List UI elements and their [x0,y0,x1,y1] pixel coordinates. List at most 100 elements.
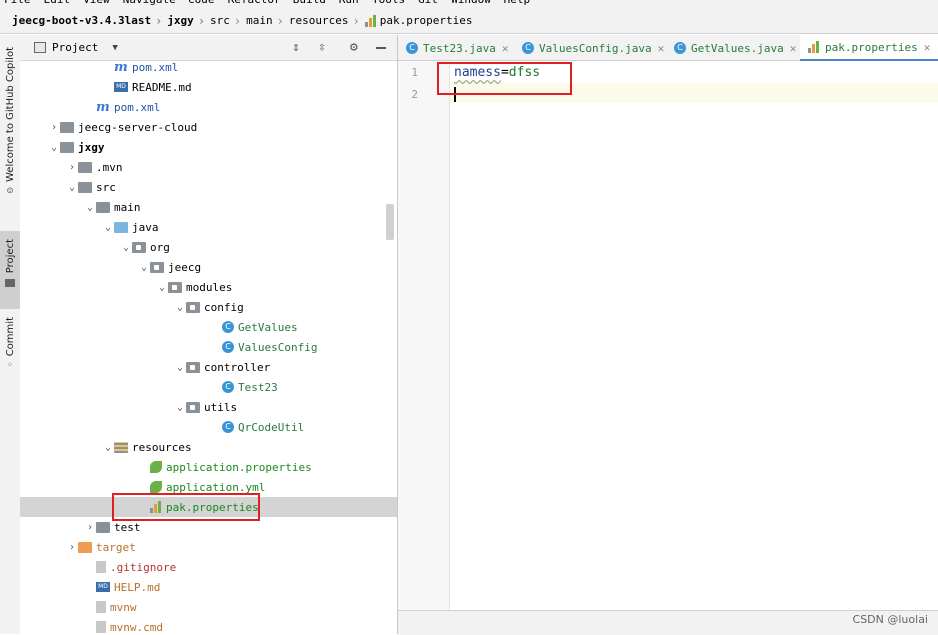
editor-tab[interactable]: pak.properties ✕ [800,35,938,61]
tree-item[interactable]: ⌄ jeecg [20,257,397,277]
tree-item[interactable]: › target [20,537,397,557]
tree-item[interactable]: mvnw.cmd [20,617,397,634]
properties-icon [808,41,820,53]
tree-item[interactable]: ⌄ config [20,297,397,317]
package-icon [186,401,200,413]
menu-item[interactable]: Refactor [228,0,281,6]
minimize-icon[interactable] [376,47,386,49]
menu-item[interactable]: Git [418,0,438,6]
tree-item[interactable]: ⌄ java [20,217,397,237]
tree-item[interactable]: › .mvn [20,157,397,177]
tree-item[interactable]: ⌄ resources [20,437,397,457]
editor-tab[interactable]: C ValuesConfig.java ✕ [514,35,666,61]
breadcrumb-item[interactable]: main › [246,14,289,28]
tree-item[interactable]: ⌄ controller [20,357,397,377]
editor-tab[interactable]: C Test23.java ✕ [398,35,514,61]
tree-item[interactable]: C ValuesConfig [20,337,397,357]
tree-item[interactable]: ⌄ utils [20,397,397,417]
menu-item[interactable]: Build [293,0,326,6]
tree-item[interactable]: C GetValues [20,317,397,337]
close-icon[interactable]: ✕ [658,42,665,55]
project-tool-tab[interactable]: Project [0,231,20,309]
copilot-tool-tab[interactable]: Welcome to GitHub Copilot ☺ [0,47,20,215]
highlight-box-tree [112,493,260,521]
breadcrumb-separator: › [352,13,360,28]
menu-item[interactable]: Edit [44,0,71,6]
tree-item[interactable]: C Test23 [20,377,397,397]
chevron-down-icon[interactable]: ⌄ [174,302,186,313]
tree-item-label: ValuesConfig [238,340,318,354]
breadcrumb-label: jeecg-boot-v3.4.3last [12,14,152,27]
tree-scrollbar[interactable] [386,204,394,240]
chevron-down-icon[interactable]: ⌄ [66,182,78,193]
breadcrumb-item[interactable]: jeecg-boot-v3.4.3last › [12,14,167,28]
breadcrumb-item[interactable]: pak.properties [364,14,472,27]
chevron-down-icon[interactable]: ⌄ [120,242,132,253]
tree-item[interactable]: ⌄ main [20,197,397,217]
tree-item[interactable]: .gitignore [20,557,397,577]
class-icon: C [222,421,234,433]
chevron-right-icon[interactable]: › [84,522,96,533]
tree-item[interactable]: m pom.xml [20,61,397,77]
commit-tool-tab[interactable]: Commit ◦ [0,317,20,377]
chevron-right-icon[interactable]: › [66,162,78,173]
tree-item[interactable]: ⌄ org [20,237,397,257]
tree-item[interactable]: mvnw [20,597,397,617]
menu-item[interactable]: Code [188,0,215,6]
editor-tab[interactable]: C GetValues.java ✕ [666,35,800,61]
close-icon[interactable]: ✕ [790,42,797,55]
chevron-down-icon[interactable]: ⌄ [102,222,114,233]
breadcrumb-item[interactable]: src › [210,14,246,28]
menu-item[interactable]: File [4,0,31,6]
tree-item[interactable]: MD HELP.md [20,577,397,597]
tree-item[interactable]: MD README.md [20,77,397,97]
markdown-icon: MD [114,82,128,92]
tree-item[interactable]: m pom.xml [20,97,397,117]
editor-tab-label: ValuesConfig.java [539,41,652,55]
chevron-right-icon[interactable]: › [66,542,78,553]
project-panel-title[interactable]: Project [52,41,98,54]
breadcrumb-label: main [246,14,273,27]
breadcrumb-separator: › [197,13,206,28]
code-editor[interactable]: namess=dfss [450,61,938,610]
menu-item[interactable]: Tools [372,0,405,6]
editor-tab-label: Test23.java [423,41,496,55]
chevron-down-icon[interactable]: ⌄ [174,402,186,413]
tree-item[interactable]: ⌄ modules [20,277,397,297]
folder-icon [96,521,110,533]
chevron-down-icon[interactable]: ⌄ [174,362,186,373]
chevron-down-icon[interactable]: ⌄ [48,142,60,153]
chevron-down-icon[interactable]: ⌄ [138,262,150,273]
breadcrumb-item[interactable]: resources › [289,14,365,28]
close-icon[interactable]: ✕ [502,42,509,55]
package-icon [186,361,200,373]
tree-item[interactable]: ⌄ jxgy [20,137,397,157]
class-icon: C [522,42,534,54]
tree-item-label: application.yml [166,480,266,494]
tree-item-label: .gitignore [110,560,177,574]
menu-item[interactable]: View [83,0,110,6]
tree-item[interactable]: › jeecg-server-cloud [20,117,397,137]
tree-item-label: org [150,240,170,254]
project-tree: m pom.xml MD README.md m pom.xml › jeecg-server… [20,61,397,634]
menu-item[interactable]: Navigate [123,0,176,6]
menu-item[interactable]: Help [504,0,531,6]
close-icon[interactable]: ✕ [924,41,931,54]
menu-item[interactable]: Run [339,0,359,6]
tree-item-label: HELP.md [114,580,161,594]
breadcrumb-item[interactable]: jxgy › [167,14,210,28]
chevron-right-icon[interactable]: › [48,122,60,133]
chevron-down-icon[interactable]: ⌄ [84,202,96,213]
menu-item[interactable]: Window [451,0,491,6]
tree-item-label: jeecg-server-cloud [78,120,198,134]
tree-item-label: test [114,520,141,534]
tree-item[interactable]: application.properties [20,457,397,477]
collapse-all-icon[interactable]: ⇳ [318,40,326,55]
tree-item[interactable]: C QrCodeUtil [20,417,397,437]
chevron-down-icon[interactable]: ⌄ [102,442,114,453]
chevron-down-icon[interactable]: ▼ [112,43,117,53]
gear-icon[interactable]: ⚙ [350,40,358,55]
expand-all-icon[interactable]: ⇕ [292,40,300,55]
chevron-down-icon[interactable]: ⌄ [156,282,168,293]
tree-item[interactable]: ⌄ src [20,177,397,197]
